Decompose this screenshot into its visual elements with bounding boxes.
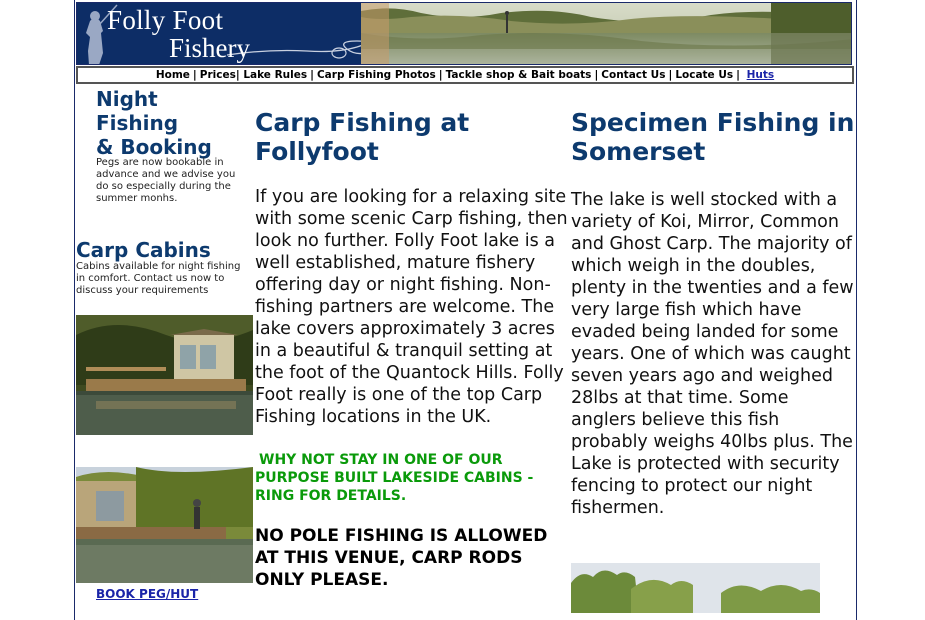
lake-trees-photo [571, 563, 820, 613]
nav-separator: | [668, 69, 673, 81]
nav-home[interactable]: Home [156, 69, 190, 81]
nav-prices[interactable]: Prices [200, 69, 236, 81]
logo[interactable]: Folly Foot Fishery [77, 3, 361, 64]
top-navigation: Home | Prices| Lake Rules | Carp Fishing Pho… [76, 66, 854, 84]
carp-cabins-text: Cabins available for night fishing in co… [76, 261, 241, 296]
carp-cabins-heading: Carp Cabins [76, 238, 211, 262]
cabins-notice-line3: RING FOR DETAILS. [255, 488, 407, 504]
cabins-notice: WHY NOT STAY IN ONE OF OUR PURPOSE BUILT… [255, 451, 573, 505]
nav-huts[interactable]: Huts [747, 69, 775, 81]
logo-text-line1: Folly Foot [107, 5, 224, 35]
nav-locate-us[interactable]: Locate Us [675, 69, 733, 81]
night-fishing-heading: Night Fishing & Booking [96, 87, 236, 159]
lake-banner-photo [361, 3, 851, 64]
book-peg-hut-link[interactable]: BOOK PEG/HUT [96, 587, 198, 601]
main-heading: Carp Fishing at Follyfoot [255, 108, 470, 166]
night-heading-line3: & Booking [96, 135, 212, 159]
header-banner: Folly Foot Fishery [76, 2, 852, 65]
nav-carp-fishing-photos[interactable]: Carp Fishing Photos [317, 69, 436, 81]
nav-separator: | [736, 69, 744, 81]
night-fishing-text: Pegs are now bookable in advance and we … [96, 157, 236, 204]
specimen-heading: Specimen Fishing in Somerset [571, 108, 855, 166]
nav-separator: | [192, 69, 197, 81]
night-heading-line2: Fishing [96, 111, 179, 135]
specimen-body-text: The lake is well stocked with a variety … [571, 190, 854, 518]
cabin-photo-1 [76, 315, 253, 435]
cabin-photo-2 [76, 467, 253, 583]
night-heading-line1: Night [96, 87, 158, 111]
nav-tackle-shop[interactable]: Tackle shop & Bait boats [446, 69, 592, 81]
pole-fishing-notice: NO POLE FISHING IS ALLOWED AT THIS VENUE… [255, 526, 548, 590]
cabins-notice-line1: WHY NOT STAY IN ONE OF OUR [259, 452, 503, 468]
nav-contact-us[interactable]: Contact Us [601, 69, 665, 81]
nav-separator: | [310, 69, 314, 81]
nav-lake-rules[interactable]: Lake Rules [243, 69, 307, 81]
main-body-text: If you are looking for a relaxing site w… [255, 187, 568, 427]
cabins-notice-line2: PURPOSE BUILT LAKESIDE CABINS - [255, 470, 534, 486]
logo-text-line2: Fishery [169, 33, 250, 63]
nav-separator: | [594, 69, 599, 81]
nav-separator: | [438, 69, 443, 81]
